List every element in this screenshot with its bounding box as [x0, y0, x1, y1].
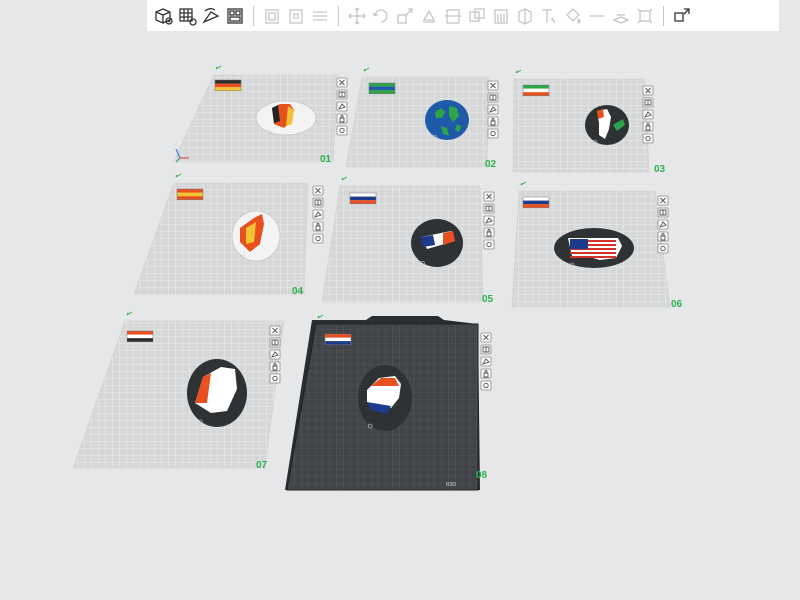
flag-map-tricolor-blue-white-red[interactable]	[411, 219, 463, 267]
build-plate-06[interactable]: 06	[511, 181, 683, 310]
arrange-plate-button[interactable]	[657, 207, 669, 218]
edit-pencil-icon[interactable]	[520, 181, 527, 186]
close-plate-button[interactable]	[269, 325, 281, 336]
plate-settings-button[interactable]	[336, 125, 348, 136]
plate-number-label: 01	[320, 154, 332, 165]
flag-swatch[interactable]	[522, 196, 550, 209]
plate-number-label: 06	[671, 299, 683, 310]
orient-plate-button[interactable]	[483, 215, 495, 226]
flag-swatch[interactable]	[522, 84, 550, 97]
build-plates-scene: 01 02 03 04 05 06 07 R3D 08	[72, 65, 683, 491]
close-plate-button[interactable]	[480, 332, 492, 343]
lock-plate-button[interactable]	[312, 221, 324, 232]
edit-pencil-icon[interactable]	[126, 311, 133, 316]
plate-bed-grid	[72, 320, 285, 469]
close-plate-button[interactable]	[336, 77, 348, 88]
lock-plate-button[interactable]	[336, 113, 348, 124]
edit-pencil-icon[interactable]	[175, 173, 182, 178]
flag-map-usa[interactable]	[554, 228, 634, 268]
plate-number-label: 02	[485, 159, 497, 170]
flag-swatch[interactable]	[368, 82, 396, 95]
lock-plate-button[interactable]	[480, 368, 492, 379]
build-plate-08[interactable]: R3D 08	[285, 314, 492, 491]
lock-plate-button[interactable]	[657, 231, 669, 242]
plate-settings-button[interactable]	[312, 233, 324, 244]
build-plate-04[interactable]: 04	[133, 173, 324, 297]
orient-plate-button[interactable]	[336, 101, 348, 112]
arrange-plate-button[interactable]	[480, 344, 492, 355]
arrange-plate-button[interactable]	[487, 92, 499, 103]
edit-pencil-icon[interactable]	[363, 67, 370, 72]
plate-number-label: 07	[256, 460, 268, 471]
plate-settings-button[interactable]	[483, 239, 495, 250]
orient-plate-button[interactable]	[657, 219, 669, 230]
edit-pencil-icon[interactable]	[515, 69, 522, 74]
plate-number-label: 05	[482, 294, 494, 305]
flag-swatch[interactable]	[176, 188, 204, 201]
lock-plate-button[interactable]	[642, 121, 654, 132]
orient-plate-button[interactable]	[642, 109, 654, 120]
close-plate-button[interactable]	[487, 80, 499, 91]
arrange-plate-button[interactable]	[336, 89, 348, 100]
build-plate-05[interactable]: 05	[321, 176, 495, 305]
close-plate-button[interactable]	[483, 191, 495, 202]
plate-settings-button[interactable]	[269, 373, 281, 384]
close-plate-button[interactable]	[657, 195, 669, 206]
edit-pencil-icon[interactable]	[215, 65, 222, 70]
edit-pencil-icon[interactable]	[317, 314, 324, 319]
build-plate-07[interactable]: 07	[72, 311, 285, 471]
flag-map-black-green-white[interactable]	[585, 105, 629, 145]
close-plate-button[interactable]	[312, 185, 324, 196]
lock-plate-button[interactable]	[487, 116, 499, 127]
plate-number-label: 08	[476, 470, 488, 481]
orient-plate-button[interactable]	[269, 349, 281, 360]
plate-brand-text: R3D	[446, 482, 456, 488]
flag-map-orange-white[interactable]	[187, 359, 247, 427]
plate-settings-button[interactable]	[657, 243, 669, 254]
flag-map-green-blue-world[interactable]	[425, 100, 469, 140]
flag-swatch[interactable]	[324, 333, 352, 346]
plate-settings-button[interactable]	[487, 128, 499, 139]
orient-plate-button[interactable]	[312, 209, 324, 220]
flag-map-germany-belgium-style[interactable]	[255, 100, 317, 136]
arrange-plate-button[interactable]	[269, 337, 281, 348]
arrange-plate-button[interactable]	[312, 197, 324, 208]
close-plate-button[interactable]	[642, 85, 654, 96]
orient-plate-button[interactable]	[487, 104, 499, 115]
plate-bed-grid	[133, 182, 309, 295]
edit-pencil-icon[interactable]	[341, 176, 348, 181]
flag-swatch[interactable]	[214, 79, 242, 92]
flag-map-spain-style[interactable]	[231, 210, 281, 262]
arrange-plate-button[interactable]	[483, 203, 495, 214]
flag-swatch[interactable]	[126, 330, 154, 343]
build-plate-01[interactable]: 01	[172, 65, 348, 165]
plate-settings-button[interactable]	[642, 133, 654, 144]
build-plate-03[interactable]: 03	[512, 69, 666, 175]
orient-plate-button[interactable]	[480, 356, 492, 367]
flag-map-netherlands[interactable]	[358, 365, 412, 431]
build-plate-02[interactable]: 02	[345, 67, 499, 170]
plate-settings-button[interactable]	[480, 380, 492, 391]
lock-plate-button[interactable]	[269, 361, 281, 372]
lock-plate-button[interactable]	[483, 227, 495, 238]
plate-number-label: 03	[654, 164, 666, 175]
flag-swatch[interactable]	[349, 192, 377, 205]
arrange-plate-button[interactable]	[642, 97, 654, 108]
plate-number-label: 04	[292, 286, 304, 297]
